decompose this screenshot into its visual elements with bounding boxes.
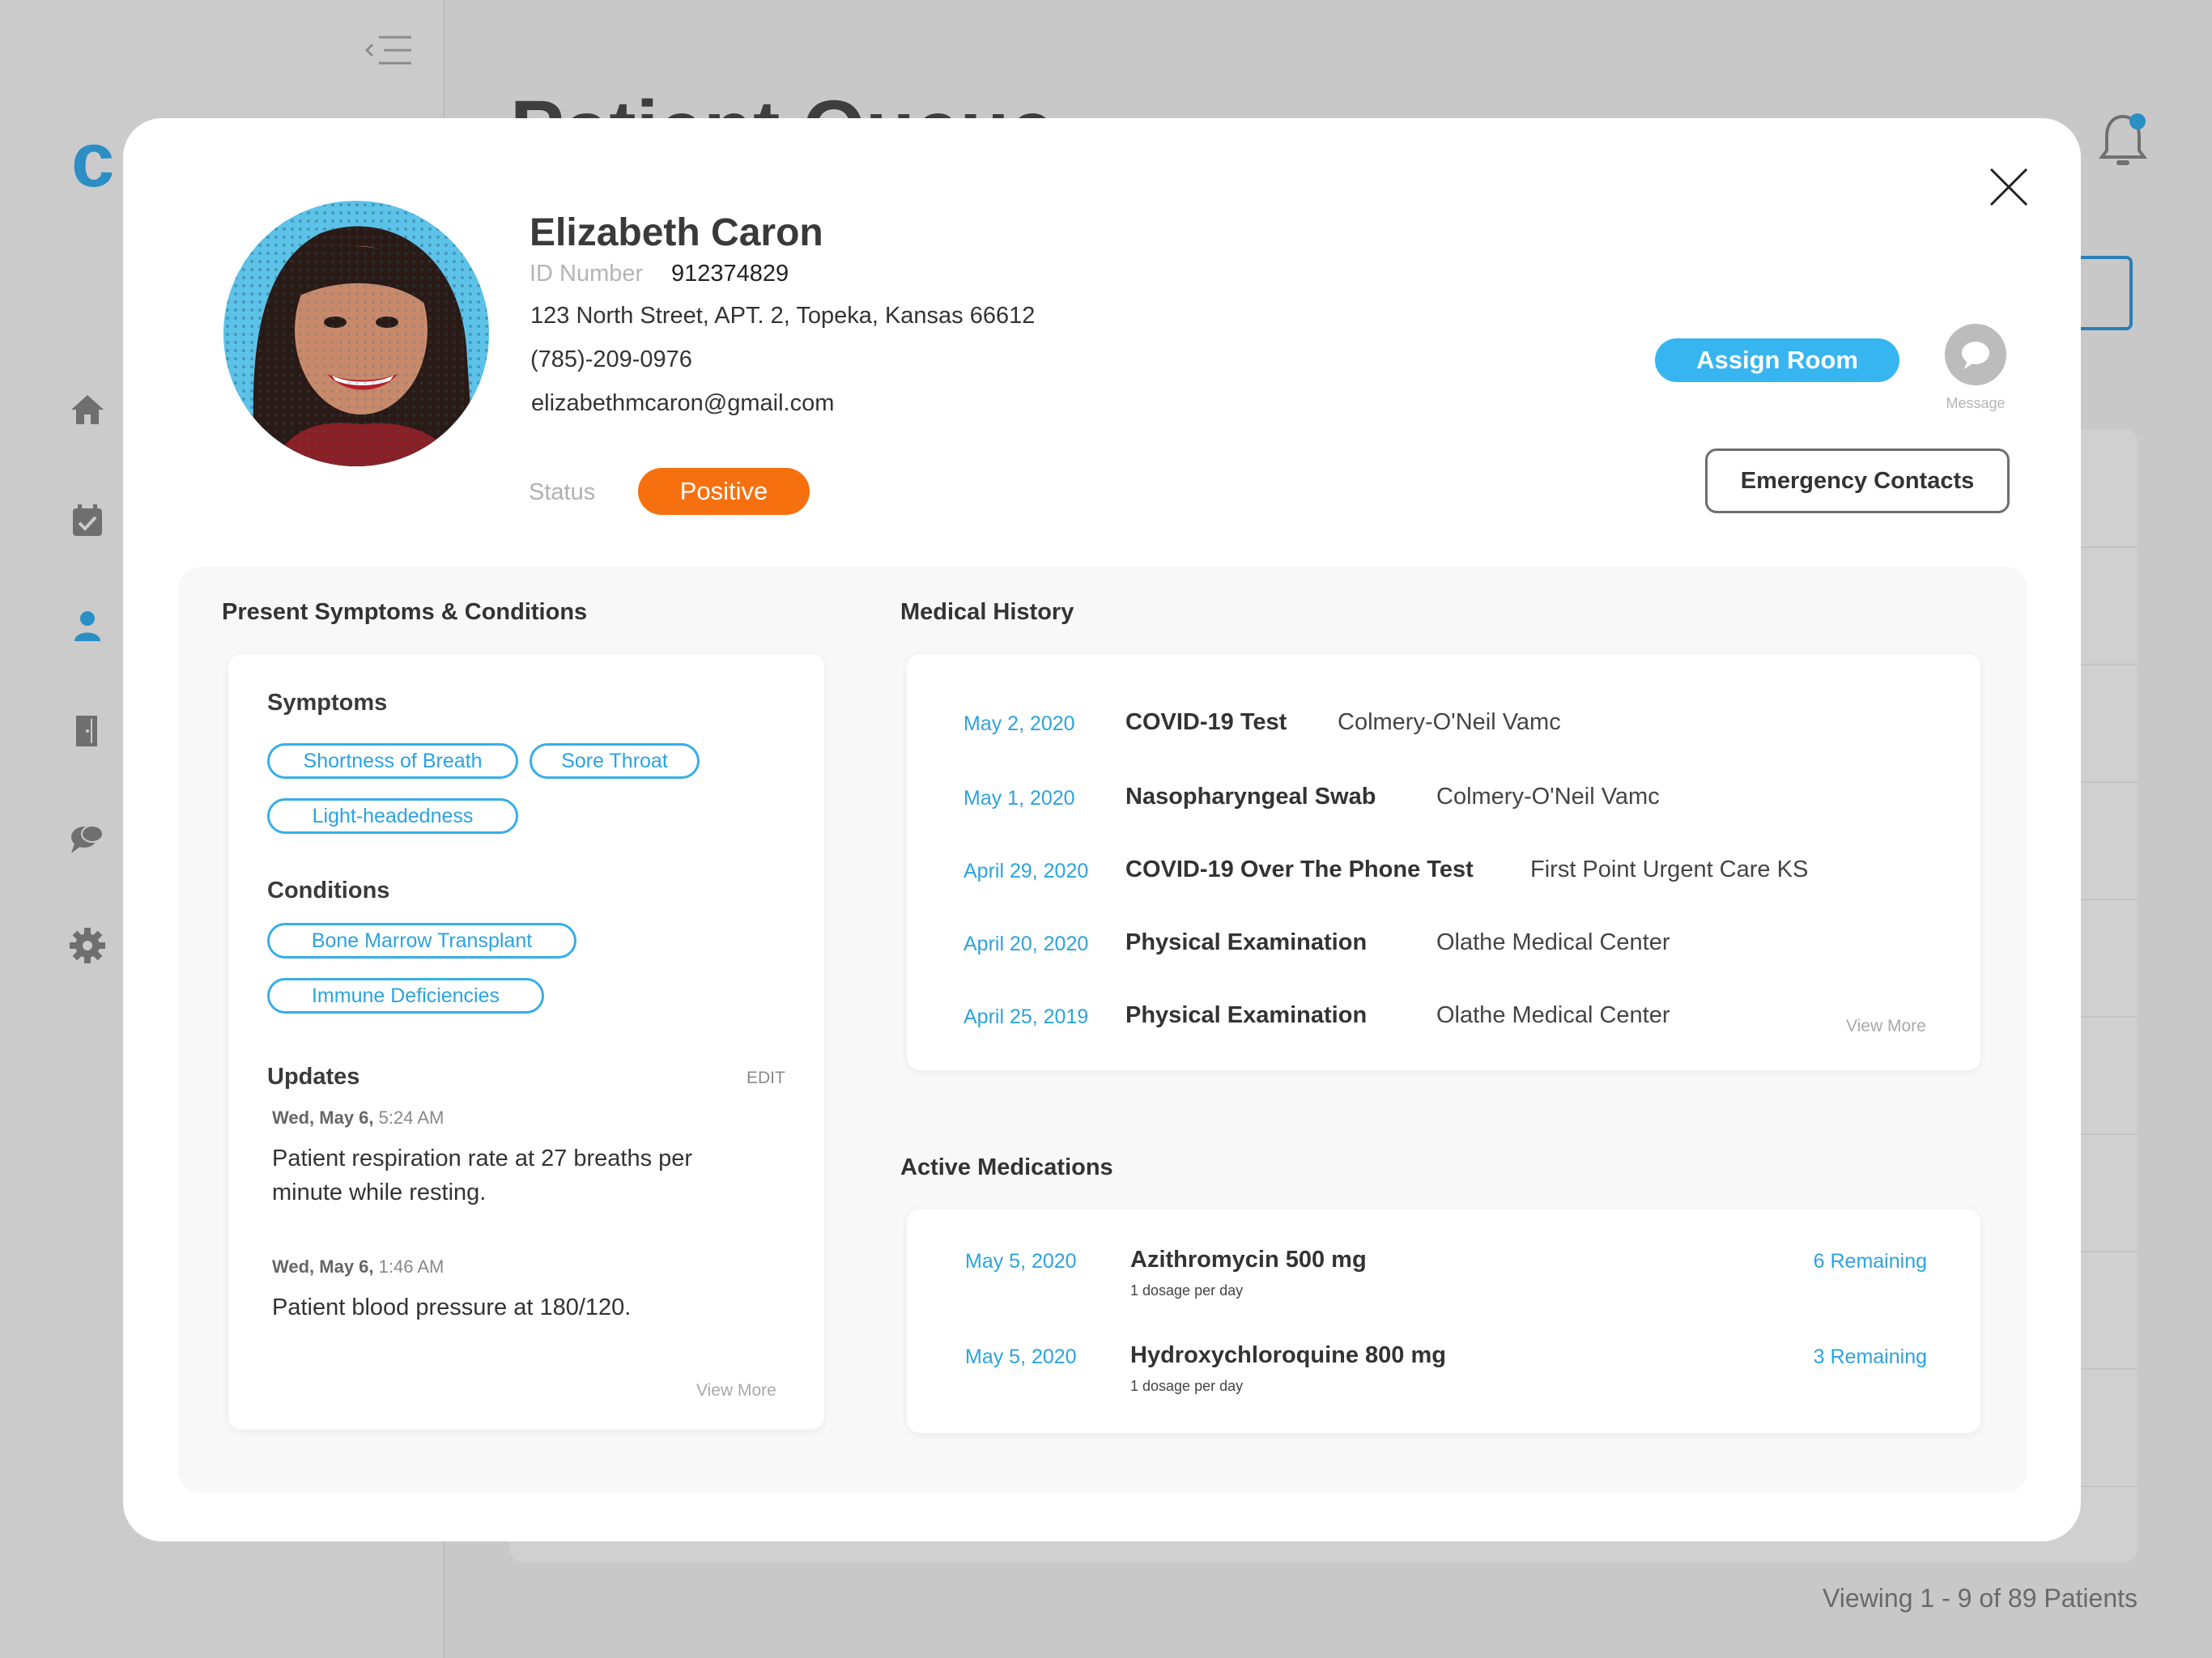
history-place: Olathe Medical Center — [1436, 929, 1670, 955]
history-test[interactable]: Nasopharyngeal Swab — [1125, 784, 1376, 810]
medication-remaining: 6 Remaining — [1813, 1250, 1927, 1273]
medication-name[interactable]: Hydroxychloroquine 800 mg — [1130, 1342, 1446, 1369]
update-text: Patient respiration rate at 27 breaths p… — [272, 1146, 693, 1205]
app-logo[interactable]: c — [71, 121, 114, 199]
symptom-tag[interactable]: Shortness of Breath — [267, 743, 518, 779]
pagination-info: Viewing 1 - 9 of 89 Patients — [1823, 1584, 2138, 1613]
update-text: Patient blood pressure at 180/120. — [272, 1295, 632, 1320]
update-day: Wed, May 6, — [272, 1107, 374, 1128]
history-place: Colmery-O'Neil Vamc — [1338, 709, 1561, 735]
gear-icon[interactable] — [66, 925, 108, 967]
calendar-check-icon[interactable] — [66, 500, 108, 542]
medications-card: May 5, 2020 Azithromycin 500 mg 1 dosage… — [907, 1209, 1980, 1433]
medication-dosage: 1 dosage per day — [1130, 1378, 1244, 1394]
medication-date: May 5, 2020 — [965, 1250, 1077, 1273]
edit-updates-link[interactable]: EDIT — [747, 1069, 785, 1088]
symptoms-section-title: Present Symptoms & Conditions — [222, 599, 588, 625]
collapse-menu-icon[interactable] — [364, 32, 413, 68]
medical-history-card: May 2, 2020 COVID-19 Test Colmery-O'Neil… — [907, 654, 1980, 1070]
id-number-label: ID Number — [530, 261, 644, 287]
history-date: April 29, 2020 — [963, 860, 1089, 882]
history-date: April 20, 2020 — [963, 933, 1089, 955]
update-timestamp: Wed, May 6, 5:24 AM — [272, 1107, 444, 1129]
history-test[interactable]: COVID-19 Test — [1125, 709, 1287, 736]
conditions-title: Conditions — [267, 878, 390, 903]
patient-details-panel: Present Symptoms & Conditions Medical Hi… — [178, 567, 2027, 1493]
medical-history-title: Medical History — [900, 599, 1074, 625]
patient-phone: (785)-209-0976 — [530, 346, 692, 372]
patient-address: 123 North Street, APT. 2, Topeka, Kansas… — [530, 303, 1036, 329]
updates-view-more-link[interactable]: View More — [696, 1381, 776, 1401]
history-test[interactable]: COVID-19 Over The Phone Test — [1125, 857, 1474, 883]
history-test[interactable]: Physical Examination — [1125, 929, 1367, 956]
history-place: First Point Urgent Care KS — [1530, 857, 1809, 882]
medication-remaining: 3 Remaining — [1813, 1346, 1927, 1368]
history-date: May 2, 2020 — [963, 712, 1075, 735]
patient-name: Elizabeth Caron — [530, 211, 823, 254]
symptom-tag[interactable]: Light-headedness — [267, 798, 518, 834]
symptoms-card: Symptoms Shortness of Breath Sore Throat… — [228, 654, 824, 1430]
chat-icon[interactable] — [66, 818, 108, 860]
history-view-more-link[interactable]: View More — [1846, 1017, 1926, 1036]
assign-room-button[interactable]: Assign Room — [1655, 338, 1899, 382]
update-time: 5:24 AM — [378, 1107, 445, 1128]
update-time: 1:46 AM — [378, 1256, 445, 1277]
update-day: Wed, May 6, — [272, 1256, 374, 1277]
notification-bell-icon[interactable] — [2097, 110, 2149, 173]
condition-tag[interactable]: Immune Deficiencies — [267, 978, 544, 1014]
patient-email: elizabethmcaron@gmail.com — [531, 390, 835, 416]
history-date: April 25, 2019 — [963, 1005, 1089, 1028]
close-icon[interactable] — [1989, 167, 2029, 207]
symptom-tag[interactable]: Sore Throat — [530, 743, 700, 779]
medication-name[interactable]: Azithromycin 500 mg — [1130, 1247, 1367, 1273]
home-icon[interactable] — [66, 389, 108, 431]
history-place: Olathe Medical Center — [1436, 1002, 1670, 1028]
message-button[interactable] — [1945, 324, 2006, 385]
status-badge: Positive — [638, 468, 810, 515]
medication-date: May 5, 2020 — [965, 1346, 1077, 1368]
medication-dosage: 1 dosage per day — [1130, 1282, 1244, 1299]
patient-detail-modal: Elizabeth Caron ID Number 912374829 123 … — [123, 118, 2081, 1541]
updates-title: Updates — [267, 1064, 360, 1090]
symptoms-title: Symptoms — [267, 690, 388, 716]
patient-icon[interactable] — [66, 606, 108, 648]
condition-tag[interactable]: Bone Marrow Transplant — [267, 923, 576, 959]
id-number-value: 912374829 — [671, 261, 789, 287]
history-date: May 1, 2020 — [963, 787, 1075, 810]
update-timestamp: Wed, May 6, 1:46 AM — [272, 1256, 444, 1278]
history-test[interactable]: Physical Examination — [1125, 1002, 1367, 1029]
active-medications-title: Active Medications — [900, 1154, 1113, 1180]
history-place: Colmery-O'Neil Vamc — [1436, 784, 1660, 810]
door-icon[interactable] — [66, 709, 108, 751]
emergency-contacts-button[interactable]: Emergency Contacts — [1705, 449, 2010, 513]
status-label: Status — [529, 479, 596, 505]
patient-avatar — [223, 201, 489, 466]
message-label: Message — [1946, 395, 2006, 411]
